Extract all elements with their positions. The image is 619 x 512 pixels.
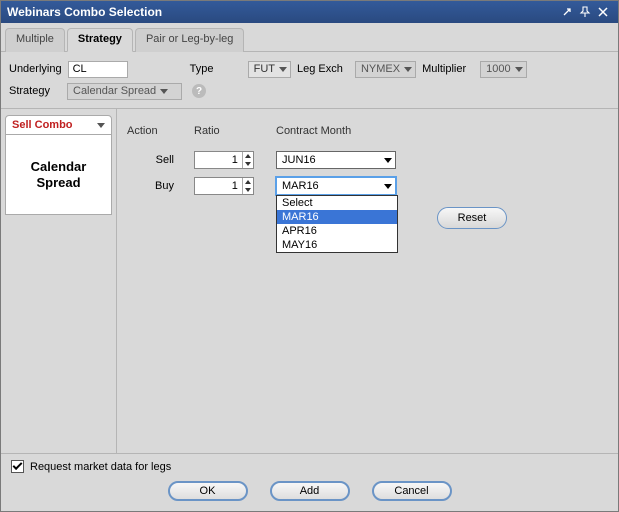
ratio-spinner[interactable] xyxy=(194,151,254,169)
link-icon[interactable] xyxy=(558,3,576,21)
close-icon[interactable] xyxy=(594,3,612,21)
chevron-down-icon xyxy=(279,67,287,72)
strategy-select[interactable]: Calendar Spread xyxy=(67,83,182,100)
multiplier-label: Multiplier xyxy=(422,63,474,75)
chevron-down-icon xyxy=(97,123,105,128)
reset-label: Reset xyxy=(458,212,487,224)
chevron-down-icon xyxy=(515,67,523,72)
multiplier-value: 1000 xyxy=(486,63,510,75)
contract-month-select[interactable]: JUN16 xyxy=(276,151,396,169)
reset-button[interactable]: Reset xyxy=(437,207,507,229)
spin-up-icon[interactable] xyxy=(243,178,253,186)
multiplier-select[interactable]: 1000 xyxy=(480,61,526,78)
underlying-input[interactable] xyxy=(68,61,128,78)
spin-up-icon[interactable] xyxy=(243,152,253,160)
side-tab-sell-combo[interactable]: Sell Combo xyxy=(5,115,112,135)
add-label: Add xyxy=(300,485,320,497)
chevron-down-icon xyxy=(404,67,412,72)
window-title: Webinars Combo Selection xyxy=(7,5,162,19)
param-form: Underlying Type FUT Leg Exch NYMEX Multi… xyxy=(1,52,618,109)
dropdown-option[interactable]: MAY16 xyxy=(277,238,397,252)
legs-grid: Action Ratio Contract Month Sell JUN1 xyxy=(117,109,618,453)
app-window: Webinars Combo Selection Multiple Strate… xyxy=(0,0,619,512)
month-value: MAR16 xyxy=(282,180,319,192)
main-area: Sell Combo Calendar Spread Action Ratio … xyxy=(1,109,618,453)
leg-exch-value: NYMEX xyxy=(361,63,400,75)
action-cell: Sell xyxy=(127,154,182,166)
cancel-label: Cancel xyxy=(394,485,428,497)
ratio-input[interactable] xyxy=(195,180,242,192)
left-panel: Sell Combo Calendar Spread xyxy=(1,109,117,453)
dropdown-option[interactable]: Select xyxy=(277,196,397,210)
add-button[interactable]: Add xyxy=(270,481,350,501)
pin-icon[interactable] xyxy=(576,3,594,21)
underlying-label: Underlying xyxy=(9,63,62,75)
col-action: Action xyxy=(127,125,182,137)
chevron-down-icon xyxy=(384,158,392,163)
chevron-down-icon xyxy=(160,89,168,94)
side-tab-label: Sell Combo xyxy=(12,119,73,131)
help-icon[interactable]: ? xyxy=(192,84,206,98)
strategy-value: Calendar Spread xyxy=(73,85,156,97)
tab-pair[interactable]: Pair or Leg-by-leg xyxy=(135,28,244,52)
action-cell: Buy xyxy=(127,180,182,192)
month-value: JUN16 xyxy=(282,154,316,166)
type-label: Type xyxy=(190,63,242,75)
request-market-data-checkbox[interactable] xyxy=(11,460,24,473)
ok-button[interactable]: OK xyxy=(168,481,248,501)
tabs: Multiple Strategy Pair or Leg-by-leg xyxy=(1,23,618,52)
dropdown-option[interactable]: APR16 xyxy=(277,224,397,238)
titlebar: Webinars Combo Selection xyxy=(1,1,618,23)
dropdown-list: Select MAR16 APR16 MAY16 xyxy=(276,195,398,253)
strategy-name-box: Calendar Spread xyxy=(5,135,112,215)
cancel-button[interactable]: Cancel xyxy=(372,481,452,501)
chevron-down-icon xyxy=(384,184,392,189)
check-icon xyxy=(13,460,23,470)
tab-strategy[interactable]: Strategy xyxy=(67,28,133,52)
leg-exch-label: Leg Exch xyxy=(297,63,349,75)
footer: Request market data for legs OK Add Canc… xyxy=(1,453,618,511)
ok-label: OK xyxy=(200,485,216,497)
leg-row: Buy MAR16 Select MAR16 xyxy=(127,177,608,195)
type-value: FUT xyxy=(254,63,275,75)
leg-exch-select[interactable]: NYMEX xyxy=(355,61,416,78)
content: Multiple Strategy Pair or Leg-by-leg Und… xyxy=(1,23,618,511)
checkbox-label: Request market data for legs xyxy=(30,461,171,473)
dropdown-option[interactable]: MAR16 xyxy=(277,210,397,224)
col-ratio: Ratio xyxy=(194,125,264,137)
strategy-label: Strategy xyxy=(9,85,61,97)
spin-down-icon[interactable] xyxy=(243,160,253,168)
tab-multiple[interactable]: Multiple xyxy=(5,28,65,52)
contract-month-select[interactable]: MAR16 Select MAR16 APR16 MAY16 xyxy=(276,177,396,195)
ratio-input[interactable] xyxy=(195,154,242,166)
col-month: Contract Month xyxy=(276,125,406,137)
ratio-spinner[interactable] xyxy=(194,177,254,195)
leg-row: Sell JUN16 xyxy=(127,151,608,169)
type-select[interactable]: FUT xyxy=(248,61,291,78)
spin-down-icon[interactable] xyxy=(243,186,253,194)
